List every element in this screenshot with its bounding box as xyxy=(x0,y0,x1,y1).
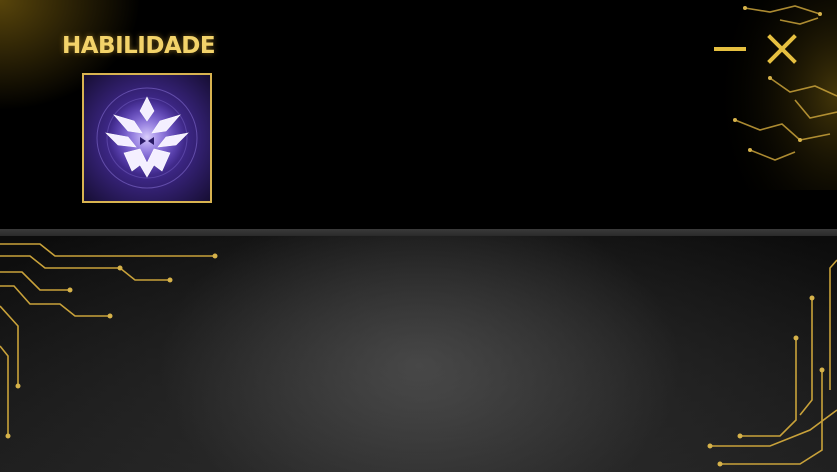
minimize-icon xyxy=(714,47,746,51)
window-title: HABILIDADE xyxy=(62,33,216,59)
close-button[interactable] xyxy=(765,32,799,66)
skill-window: HABILIDADE xyxy=(0,0,837,472)
section-divider xyxy=(0,229,837,236)
content-panel xyxy=(0,236,837,472)
skill-slot[interactable] xyxy=(82,73,212,203)
close-icon xyxy=(767,34,797,64)
minimize-button[interactable] xyxy=(713,32,747,66)
purple-demon-mask-emblem-icon xyxy=(84,75,210,201)
